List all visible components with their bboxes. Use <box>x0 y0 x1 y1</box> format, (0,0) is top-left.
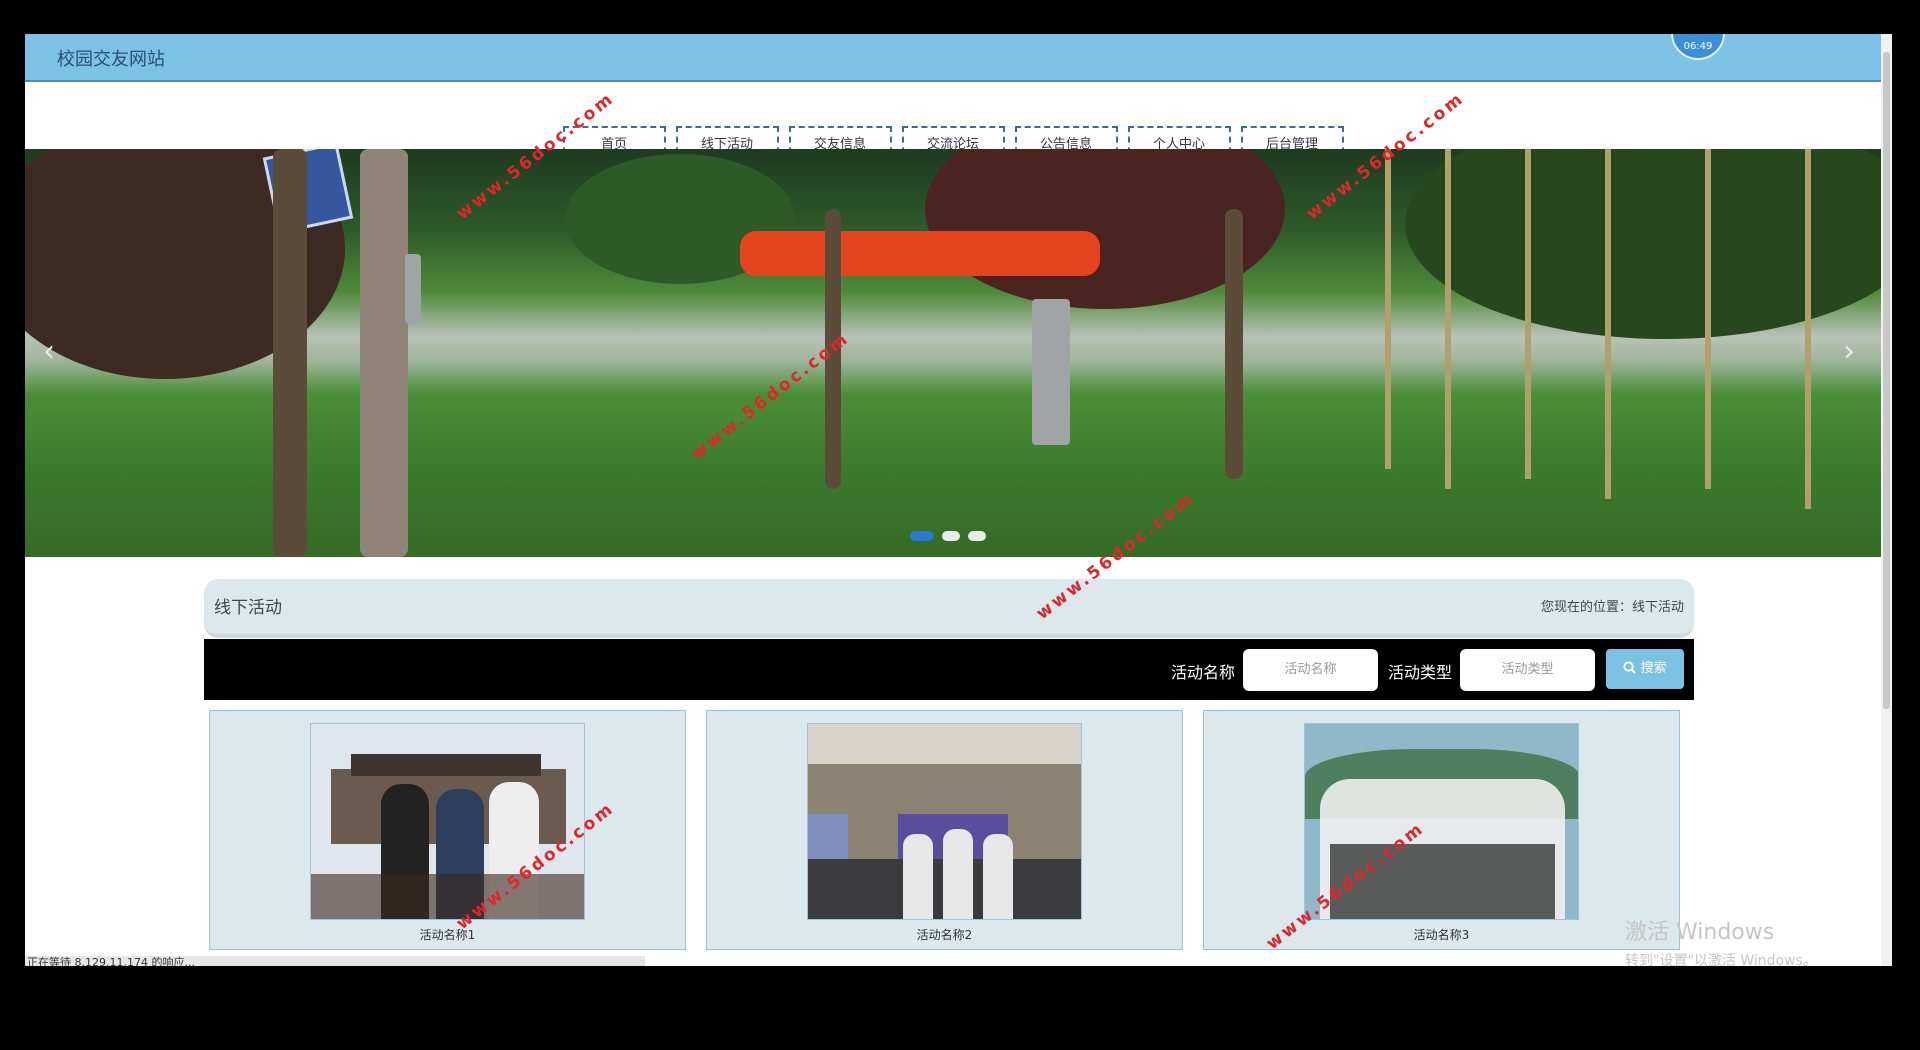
photo-roof <box>351 754 541 776</box>
photo-screen <box>808 814 848 859</box>
search-button[interactable]: 搜索 <box>1606 649 1684 689</box>
bamboo-stalk <box>1605 149 1611 499</box>
page-scrollbar[interactable] <box>1881 34 1892 966</box>
activation-title: 激活 Windows <box>1625 920 1775 945</box>
carousel-dot-2[interactable] <box>942 531 960 541</box>
photo-person <box>903 834 933 919</box>
bamboo-stalk <box>1385 149 1391 469</box>
carousel-dot-1[interactable] <box>910 531 934 541</box>
windows-activation-notice: 激活 Windows 转到"设置"以激活 Windows。 <box>1625 914 1817 966</box>
tree-trunk <box>1225 209 1243 479</box>
activity-photo[interactable] <box>310 723 585 920</box>
site-title[interactable]: 校园交友网站 <box>57 45 165 71</box>
photo-person <box>943 829 973 919</box>
breadcrumb: 您现在的位置：线下活动 <box>1540 600 1684 615</box>
flower-bed <box>740 231 1100 276</box>
bamboo-stalk <box>1445 149 1451 489</box>
bamboo-stalk <box>1525 149 1531 479</box>
search-button-label: 搜索 <box>1640 661 1667 676</box>
carousel-dot-3[interactable] <box>968 531 986 541</box>
breadcrumb-bar: 线下活动 您现在的位置：线下活动 <box>204 579 1694 638</box>
photo-ceiling <box>808 724 1081 764</box>
search-bar: 活动名称 活动名称 活动类型 活动类型 搜索 <box>204 639 1694 700</box>
activity-card[interactable]: 活动名称1 <box>209 710 686 950</box>
bamboo-stalk <box>1805 149 1811 509</box>
tree-trunk <box>273 149 307 557</box>
search-icon <box>1623 661 1640 676</box>
activity-type-input[interactable]: 活动类型 <box>1460 649 1595 691</box>
banner-carousel[interactable]: ‹ › <box>25 149 1881 557</box>
scrollbar-thumb[interactable] <box>1883 52 1890 709</box>
site-header: 校园交友网站 06:49 <box>25 34 1881 82</box>
activity-name-input[interactable]: 活动名称 <box>1243 649 1378 691</box>
activity-name[interactable]: 活动名称2 <box>707 926 1182 943</box>
photo-person <box>983 834 1013 919</box>
activity-card[interactable]: 活动名称3 <box>1203 710 1680 950</box>
photo-railing <box>311 874 584 919</box>
activity-type-label: 活动类型 <box>1388 663 1453 682</box>
carousel-prev-arrow[interactable]: ‹ <box>43 334 55 369</box>
clock-badge: 06:49 <box>1671 34 1725 60</box>
activity-name[interactable]: 活动名称1 <box>210 926 685 943</box>
browser-status-url: 正在等待 8.129.11.174 的响应... <box>25 956 645 966</box>
bamboo-stalk <box>1705 149 1711 489</box>
lamp-post <box>1032 299 1070 445</box>
activity-photo[interactable] <box>807 723 1082 920</box>
browser-viewport: 校园交友网站 06:49 首页 线下活动 交友信息 交流论坛 公告信息 个人中心… <box>25 34 1892 966</box>
lamp-post <box>405 254 421 324</box>
carousel-next-arrow[interactable]: › <box>1843 334 1855 369</box>
section-title: 线下活动 <box>214 598 282 618</box>
tree-trunk <box>360 149 408 557</box>
activation-subtitle: 转到"设置"以激活 Windows。 <box>1625 953 1817 966</box>
activity-name-label: 活动名称 <box>1171 663 1236 682</box>
activity-card[interactable]: 活动名称2 <box>706 710 1183 950</box>
